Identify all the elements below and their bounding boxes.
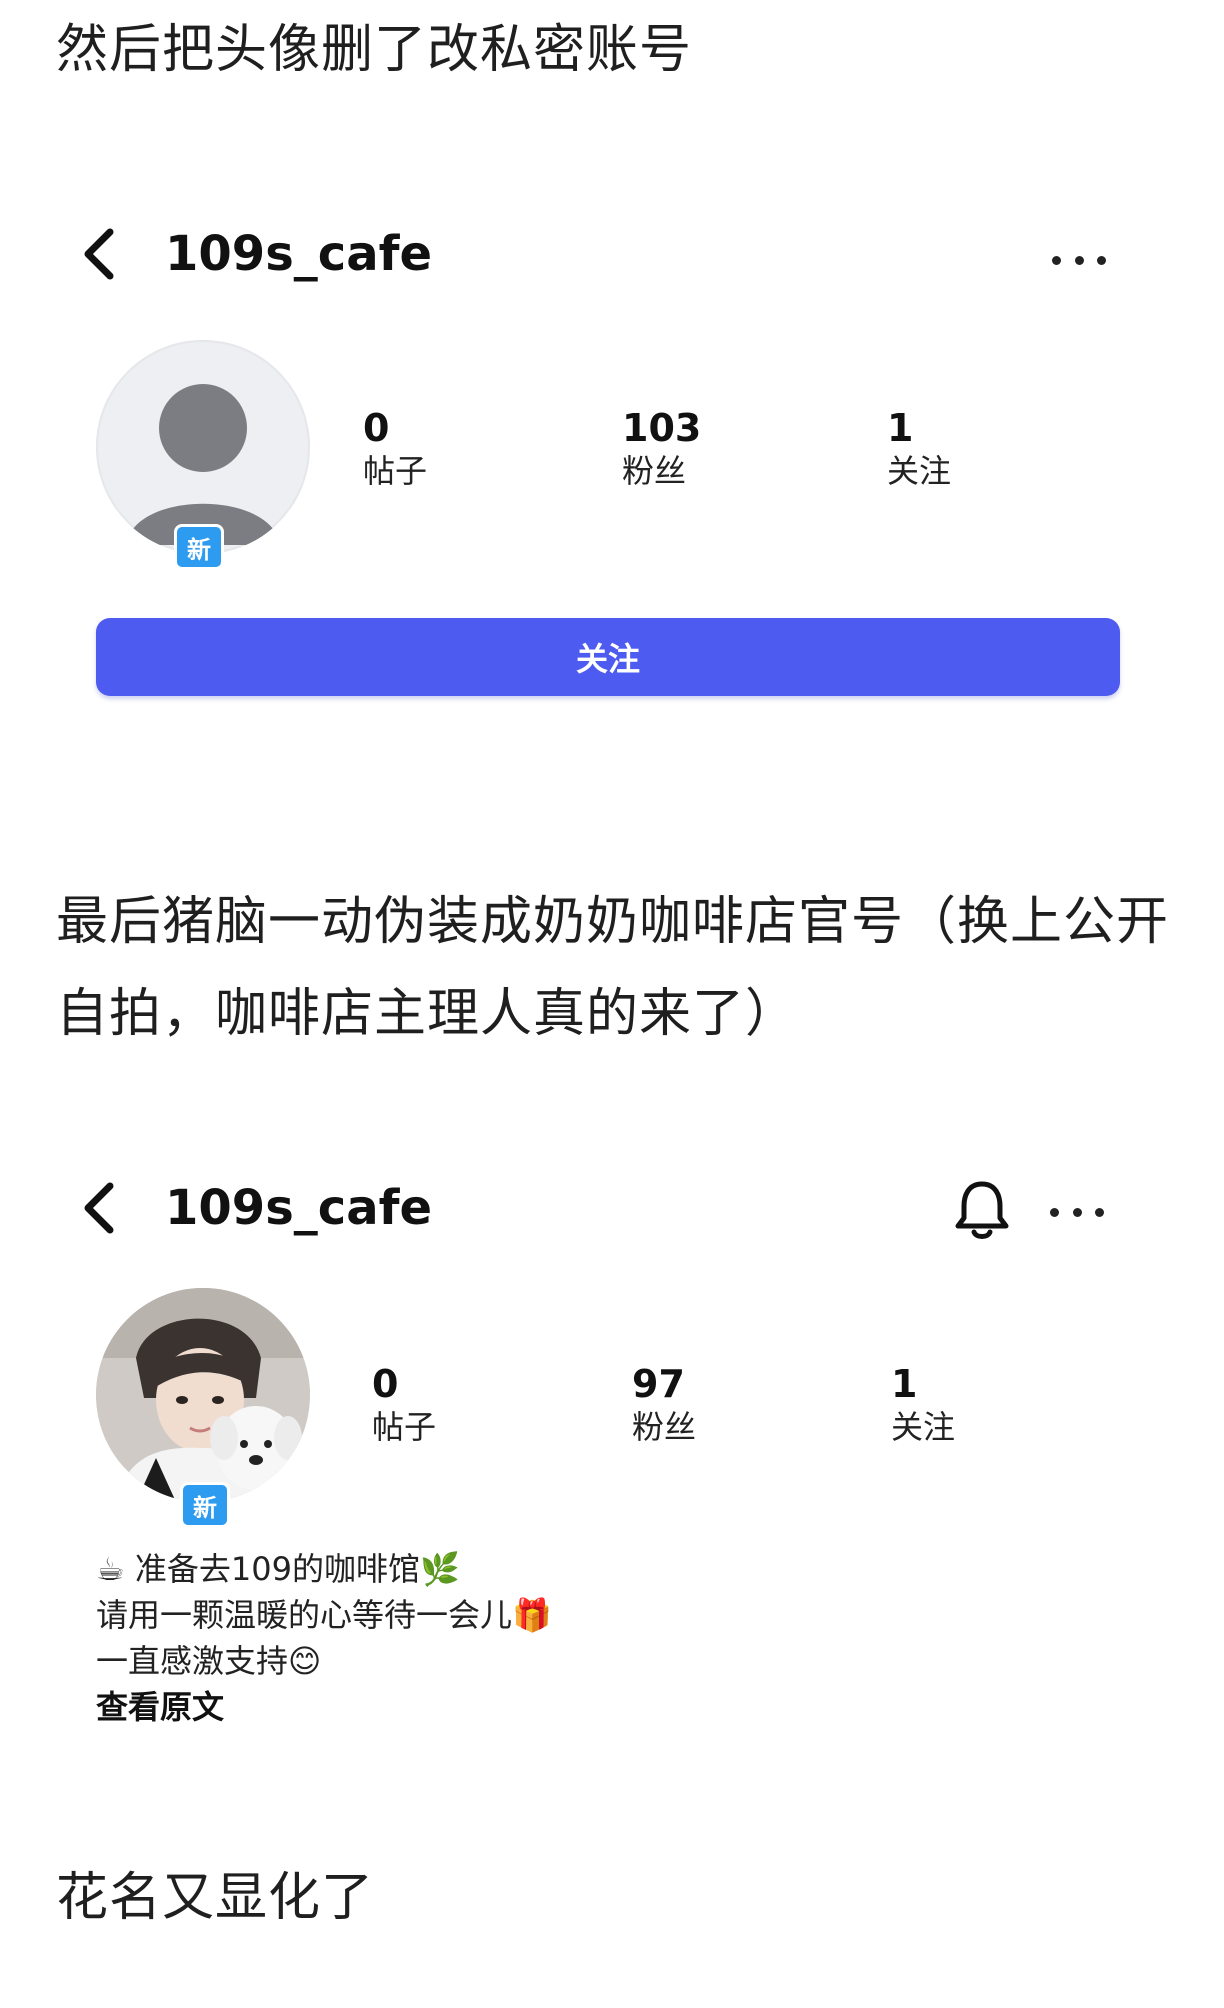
herb-icon: 🌿 xyxy=(419,1550,460,1588)
smile-icon: 😊 xyxy=(288,1642,322,1680)
stat-following-label: 关注 xyxy=(887,452,952,490)
profile-username: 109s_cafe xyxy=(165,1180,433,1236)
new-badge: 新 xyxy=(180,1482,230,1528)
stat-followers[interactable]: 103 粉丝 xyxy=(622,406,701,492)
stat-followers-label: 粉丝 xyxy=(632,1408,697,1446)
stat-followers-value: 97 xyxy=(632,1362,685,1406)
stat-followers-value: 103 xyxy=(622,406,702,450)
bio-text: 准备去109的咖啡馆 xyxy=(124,1550,420,1588)
bio-text: 请用一颗温暖的心等待一会儿 xyxy=(96,1596,513,1634)
profile-card-private: 109s_cafe 新 0 帖子 103 粉丝 1 关注 关注 xyxy=(0,200,1224,720)
new-badge: 新 xyxy=(174,524,224,570)
see-original-link[interactable]: 查看原文 xyxy=(96,1684,552,1730)
profile-card-public: 109s_cafe 新 0 帖子 97 粉丝 1 关注 ☕ 准备去109的咖啡馆… xyxy=(0,1160,1224,1760)
stat-posts-label: 帖子 xyxy=(363,452,428,490)
gift-icon: 🎁 xyxy=(512,1596,552,1634)
profile-bio: ☕ 准备去109的咖啡馆🌿 请用一颗温暖的心等待一会儿🎁 一直感激支持😊 查看原… xyxy=(96,1546,552,1730)
follow-button[interactable]: 关注 xyxy=(96,618,1120,696)
bio-line: ☕ 准备去109的咖啡馆🌿 xyxy=(96,1546,552,1592)
stat-following[interactable]: 1 关注 xyxy=(891,1362,955,1448)
stat-followers-label: 粉丝 xyxy=(622,452,687,490)
stat-following-value: 1 xyxy=(891,1362,918,1406)
back-chevron-icon[interactable] xyxy=(78,226,122,282)
stat-following[interactable]: 1 关注 xyxy=(887,406,951,492)
bio-line: 请用一颗温暖的心等待一会儿🎁 xyxy=(96,1592,552,1638)
bio-line: 一直感激支持😊 xyxy=(96,1638,552,1684)
stat-posts-label: 帖子 xyxy=(372,1408,437,1446)
more-dots-icon[interactable] xyxy=(1050,1202,1104,1222)
coffee-icon: ☕ xyxy=(96,1550,125,1588)
stat-posts-value: 0 xyxy=(363,406,390,450)
stat-posts[interactable]: 0 帖子 xyxy=(363,406,427,492)
caption-third: 花名又显化了 xyxy=(56,1868,375,1928)
stat-following-label: 关注 xyxy=(891,1408,956,1446)
profile-username: 109s_cafe xyxy=(165,226,433,282)
default-avatar-icon[interactable] xyxy=(96,340,310,554)
caption-second: 最后猪脑一动伪装成奶奶咖啡店官号（换上公开自拍，咖啡店主理人真的来了） xyxy=(56,892,1170,1044)
stat-posts[interactable]: 0 帖子 xyxy=(372,1362,436,1448)
caption-first: 然后把头像删了改私密账号 xyxy=(56,20,693,80)
stat-followers[interactable]: 97 粉丝 xyxy=(632,1362,696,1448)
bio-text: 一直感激支持 xyxy=(96,1642,289,1680)
profile-photo[interactable] xyxy=(96,1288,310,1502)
stat-posts-value: 0 xyxy=(372,1362,399,1406)
bell-icon[interactable] xyxy=(952,1178,1012,1242)
back-chevron-icon[interactable] xyxy=(78,1180,122,1236)
more-dots-icon[interactable] xyxy=(1052,250,1106,270)
stat-following-value: 1 xyxy=(887,406,914,450)
